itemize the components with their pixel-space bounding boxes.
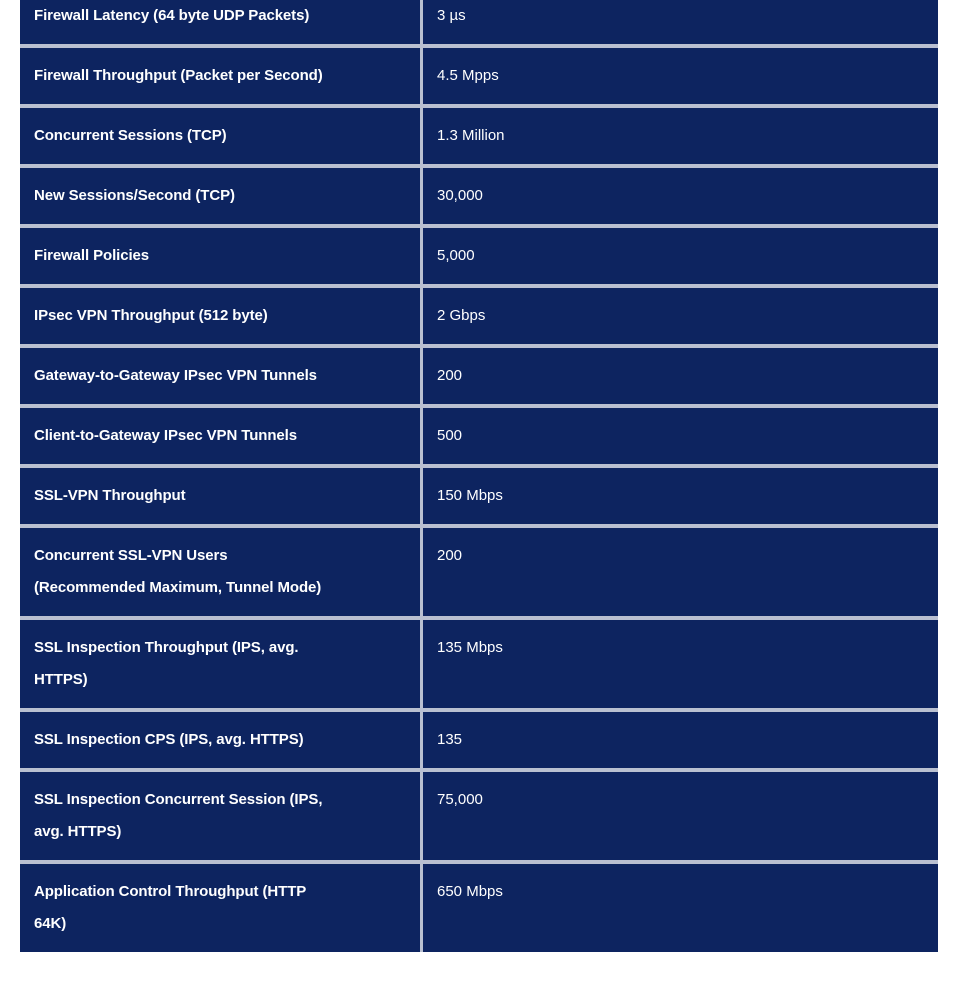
spec-label-line: Client-to-Gateway IPsec VPN Tunnels xyxy=(34,427,297,444)
spec-label-cell: Concurrent Sessions (TCP) xyxy=(20,108,423,164)
table-row: Firewall Latency (64 byte UDP Packets) 3 … xyxy=(20,0,938,48)
spec-value-text: 75,000 xyxy=(437,791,483,808)
spec-value-cell: 150 Mbps xyxy=(423,468,938,524)
table-row: SSL Inspection Concurrent Session (IPS, a… xyxy=(20,772,938,864)
spec-label-line: (Recommended Maximum, Tunnel Mode) xyxy=(34,579,322,596)
spec-value-cell: 650 Mbps xyxy=(423,864,938,952)
spec-label-line: SSL Inspection Concurrent Session (IPS, xyxy=(34,791,323,808)
spec-label-line: avg. HTTPS) xyxy=(34,823,122,840)
table-row: Concurrent Sessions (TCP) 1.3 Million xyxy=(20,108,938,168)
spec-value-cell: 2 Gbps xyxy=(423,288,938,344)
spec-label-line: Firewall Latency (64 byte UDP Packets) xyxy=(34,7,310,24)
spec-label-line: HTTPS) xyxy=(34,671,88,688)
spec-value-cell: 3 µs xyxy=(423,0,938,44)
spec-value-cell: 135 xyxy=(423,712,938,768)
table-row: Gateway-to-Gateway IPsec VPN Tunnels 200 xyxy=(20,348,938,408)
spec-label-cell: Firewall Latency (64 byte UDP Packets) xyxy=(20,0,423,44)
spec-label-cell: IPsec VPN Throughput (512 byte) xyxy=(20,288,423,344)
spec-label-cell: Gateway-to-Gateway IPsec VPN Tunnels xyxy=(20,348,423,404)
spec-value-cell: 200 xyxy=(423,348,938,404)
table-row: SSL Inspection Throughput (IPS, avg. HTTP… xyxy=(20,620,938,712)
spec-label-cell: SSL-VPN Throughput xyxy=(20,468,423,524)
spec-label-line: Concurrent SSL-VPN Users xyxy=(34,547,228,564)
spec-value-cell: 200 xyxy=(423,528,938,616)
spec-value-cell: 4.5 Mpps xyxy=(423,48,938,104)
table-row: Application Control Throughput (HTTP 64K)… xyxy=(20,864,938,952)
spec-label-cell: Firewall Throughput (Packet per Second) xyxy=(20,48,423,104)
spec-label-cell: Firewall Policies xyxy=(20,228,423,284)
spec-value-cell: 135 Mbps xyxy=(423,620,938,708)
table-row: Concurrent SSL-VPN Users (Recommended Max… xyxy=(20,528,938,620)
table-row: SSL-VPN Throughput 150 Mbps xyxy=(20,468,938,528)
table-row: Firewall Policies 5,000 xyxy=(20,228,938,288)
spec-value-text: 500 xyxy=(437,427,463,444)
spec-label-cell: SSL Inspection CPS (IPS, avg. HTTPS) xyxy=(20,712,423,768)
spec-value-text: 200 xyxy=(437,367,463,384)
spec-label-line: Gateway-to-Gateway IPsec VPN Tunnels xyxy=(34,367,317,384)
spec-value-text: 135 Mbps xyxy=(437,639,503,656)
spec-value-text: 150 Mbps xyxy=(437,487,503,504)
spec-label-cell: Application Control Throughput (HTTP 64K) xyxy=(20,864,423,952)
spec-value-text: 2 Gbps xyxy=(437,307,486,324)
spec-label-line: SSL Inspection CPS (IPS, avg. HTTPS) xyxy=(34,731,304,748)
spec-label-line: IPsec VPN Throughput (512 byte) xyxy=(34,307,268,324)
spec-value-text: 1.3 Million xyxy=(437,127,505,144)
specification-table: Firewall Latency (64 byte UDP Packets) 3 … xyxy=(20,0,938,952)
table-row: Firewall Throughput (Packet per Second) 4… xyxy=(20,48,938,108)
spec-label-cell: Client-to-Gateway IPsec VPN Tunnels xyxy=(20,408,423,464)
spec-label-cell: SSL Inspection Throughput (IPS, avg. HTTP… xyxy=(20,620,423,708)
spec-label-line: Concurrent Sessions (TCP) xyxy=(34,127,227,144)
spec-label-line: Firewall Throughput (Packet per Second) xyxy=(34,67,323,84)
spec-label-line: New Sessions/Second (TCP) xyxy=(34,187,235,204)
table-row: Client-to-Gateway IPsec VPN Tunnels 500 xyxy=(20,408,938,468)
table-row: New Sessions/Second (TCP) 30,000 xyxy=(20,168,938,228)
spec-value-text: 30,000 xyxy=(437,187,483,204)
spec-value-text: 5,000 xyxy=(437,247,475,264)
spec-value-text: 650 Mbps xyxy=(437,883,503,900)
spec-label-cell: Concurrent SSL-VPN Users (Recommended Max… xyxy=(20,528,423,616)
spec-label-line: SSL Inspection Throughput (IPS, avg. xyxy=(34,639,299,656)
spec-label-line: Firewall Policies xyxy=(34,247,150,264)
spec-value-text: 135 xyxy=(437,731,463,748)
spec-value-cell: 75,000 xyxy=(423,772,938,860)
spec-label-cell: SSL Inspection Concurrent Session (IPS, a… xyxy=(20,772,423,860)
spec-value-cell: 1.3 Million xyxy=(423,108,938,164)
spec-label-line: 64K) xyxy=(34,915,67,932)
spec-label-cell: New Sessions/Second (TCP) xyxy=(20,168,423,224)
spec-label-line: Application Control Throughput (HTTP xyxy=(34,883,307,900)
spec-value-text: 4.5 Mpps xyxy=(437,67,499,84)
spec-value-cell: 5,000 xyxy=(423,228,938,284)
spec-value-text: 3 µs xyxy=(437,7,466,24)
table-row: SSL Inspection CPS (IPS, avg. HTTPS) 135 xyxy=(20,712,938,772)
spec-label-line: SSL-VPN Throughput xyxy=(34,487,186,504)
spec-value-text: 200 xyxy=(437,547,463,564)
table-row: IPsec VPN Throughput (512 byte) 2 Gbps xyxy=(20,288,938,348)
spec-value-cell: 500 xyxy=(423,408,938,464)
spec-value-cell: 30,000 xyxy=(423,168,938,224)
